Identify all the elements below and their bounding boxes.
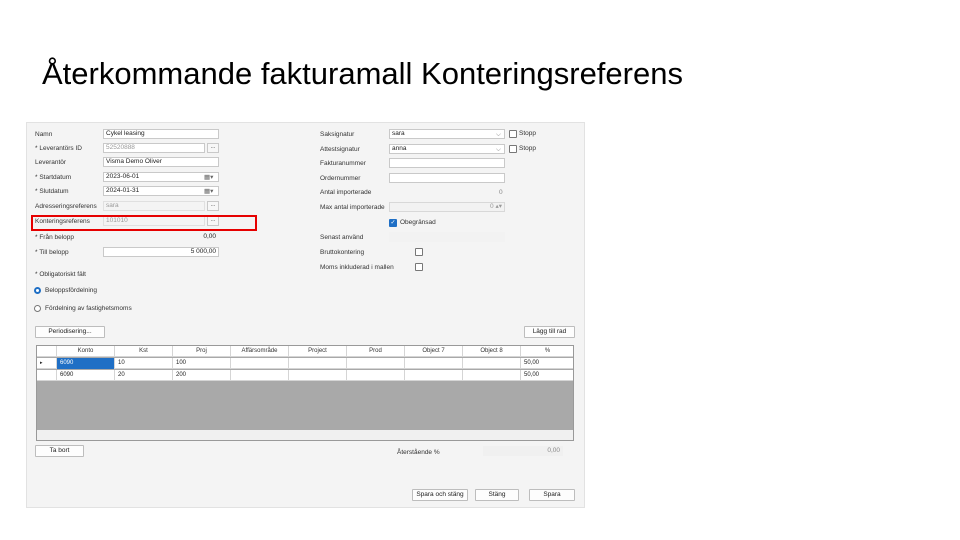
last-used-field: [389, 232, 505, 242]
stop-label-attest: Stopp: [519, 145, 536, 152]
supplier-id-label: * Leverantörs ID: [35, 145, 82, 152]
cell-project[interactable]: [289, 370, 347, 381]
remaining-percent-label: Återstående %: [397, 449, 440, 456]
calendar-icon[interactable]: ▦▾: [204, 173, 213, 182]
vat-included-checkbox[interactable]: [415, 263, 423, 271]
cell-kst[interactable]: 10: [115, 358, 173, 369]
end-date-field[interactable]: 2024-01-31: [103, 186, 219, 196]
column-header-percent[interactable]: %: [521, 346, 573, 357]
chevron-down-icon[interactable]: ⌵: [496, 145, 501, 154]
cell-object7[interactable]: [405, 358, 463, 369]
cell-object8[interactable]: [463, 358, 521, 369]
column-header-affarsomrade[interactable]: Affärsområde: [231, 346, 289, 357]
row-marker: [37, 370, 57, 381]
address-ref-label: Adresseringsreferens: [35, 203, 97, 210]
start-date-label: * Startdatum: [35, 174, 72, 181]
imported-count-label: Antal importerade: [320, 189, 372, 196]
supplier-label: Leverantör: [35, 159, 67, 166]
cell-proj[interactable]: 100: [173, 358, 231, 369]
add-row-button[interactable]: Lägg till rad: [524, 326, 575, 338]
from-amount-field[interactable]: 0,00: [103, 232, 219, 242]
name-label: Namn: [35, 131, 53, 138]
imported-count-value: 0: [499, 189, 503, 196]
attest-signature-label: Attestsignatur: [320, 146, 360, 153]
gross-posting-label: Bruttokontering: [320, 249, 365, 256]
vat-included-label: Moms inkluderad i mallen: [320, 264, 394, 271]
calendar-icon[interactable]: ▦▾: [204, 187, 213, 196]
posting-ref-highlight-box: [31, 215, 257, 231]
from-amount-label: * Från belopp: [35, 234, 75, 241]
cell-affarsomrade[interactable]: [231, 370, 289, 381]
chevron-down-icon[interactable]: ⌵: [496, 130, 501, 139]
column-header-proj[interactable]: Proj: [173, 346, 231, 357]
property-vat-distribution-radio[interactable]: [34, 305, 41, 312]
recurring-invoice-template-dialog: Namn Cykel leasing * Leverantörs ID 5252…: [26, 122, 585, 508]
name-field[interactable]: Cykel leasing: [103, 129, 219, 139]
grid-header-row: Konto Kst Proj Affärsområde Project Prod…: [37, 346, 573, 357]
cell-percent[interactable]: 50,00: [521, 358, 573, 369]
address-ref-lookup-button[interactable]: ...: [207, 201, 219, 211]
end-date-label: * Slutdatum: [35, 188, 69, 195]
stop-label-case: Stopp: [519, 130, 536, 137]
start-date-field[interactable]: 2023-06-01: [103, 172, 219, 182]
unlimited-checkbox[interactable]: ✓: [389, 219, 397, 227]
cell-percent[interactable]: 50,00: [521, 370, 573, 381]
column-header-object7[interactable]: Object 7: [405, 346, 463, 357]
table-row[interactable]: 6090 20 200 50,00: [37, 370, 573, 381]
save-button[interactable]: Spara: [529, 489, 575, 501]
to-amount-label: * Till belopp: [35, 249, 69, 256]
cell-kst[interactable]: 20: [115, 370, 173, 381]
current-row-marker: ▸: [37, 358, 57, 369]
unlimited-label: Obegränsad: [400, 219, 436, 226]
max-imported-label: Max antal importerade: [320, 204, 385, 211]
column-header-kst[interactable]: Kst: [115, 346, 173, 357]
cell-project[interactable]: [289, 358, 347, 369]
stop-checkbox-attest[interactable]: [509, 145, 517, 153]
row-header-cell: [37, 346, 57, 357]
cell-prod[interactable]: [347, 370, 405, 381]
column-header-object8[interactable]: Object 8: [463, 346, 521, 357]
close-button[interactable]: Stäng: [475, 489, 519, 501]
cell-object7[interactable]: [405, 370, 463, 381]
max-imported-stepper[interactable]: 0 ▴▾: [389, 202, 505, 212]
last-used-label: Senast använd: [320, 234, 364, 241]
invoice-number-label: Fakturanummer: [320, 160, 366, 167]
property-vat-distribution-label: Fördelning av fastighetsmoms: [45, 305, 132, 312]
case-signature-select[interactable]: sara: [389, 129, 505, 139]
attest-signature-select[interactable]: anna: [389, 144, 505, 154]
column-header-prod[interactable]: Prod: [347, 346, 405, 357]
order-number-label: Ordernummer: [320, 175, 361, 182]
gross-posting-checkbox[interactable]: [415, 248, 423, 256]
column-header-project[interactable]: Project: [289, 346, 347, 357]
cell-affarsomrade[interactable]: [231, 358, 289, 369]
periodization-button[interactable]: Periodisering...: [35, 326, 105, 338]
order-number-field[interactable]: [389, 173, 505, 183]
column-header-konto[interactable]: Konto: [57, 346, 115, 357]
slide-title: Återkommande fakturamall Konteringsrefer…: [42, 56, 683, 91]
posting-grid: Konto Kst Proj Affärsområde Project Prod…: [36, 345, 574, 441]
supplier-id-field[interactable]: 52520888: [103, 143, 205, 153]
supplier-id-lookup-button[interactable]: ...: [207, 143, 219, 153]
table-row[interactable]: ▸ 6090 10 100 50,00: [37, 358, 573, 369]
supplier-field[interactable]: Visma Demo Oliver: [103, 157, 219, 167]
cell-object8[interactable]: [463, 370, 521, 381]
stop-checkbox-case[interactable]: [509, 130, 517, 138]
case-signature-label: Saksignatur: [320, 131, 355, 138]
cell-konto[interactable]: 6090: [57, 358, 115, 369]
save-and-close-button[interactable]: Spara och stäng: [412, 489, 468, 501]
required-field-note: * Obligatoriskt fält: [35, 271, 86, 278]
horizontal-scrollbar-track[interactable]: [37, 430, 573, 440]
amount-distribution-radio[interactable]: [34, 287, 41, 294]
cell-konto[interactable]: 6090: [57, 370, 115, 381]
invoice-number-field[interactable]: [389, 158, 505, 168]
address-ref-field[interactable]: sara: [103, 201, 205, 211]
remove-button[interactable]: Ta bort: [35, 445, 84, 457]
to-amount-field[interactable]: 5 000,00: [103, 247, 219, 257]
remaining-percent-value: 0,00: [483, 446, 563, 456]
amount-distribution-label: Beloppsfördelning: [45, 287, 98, 294]
cell-prod[interactable]: [347, 358, 405, 369]
cell-proj[interactable]: 200: [173, 370, 231, 381]
